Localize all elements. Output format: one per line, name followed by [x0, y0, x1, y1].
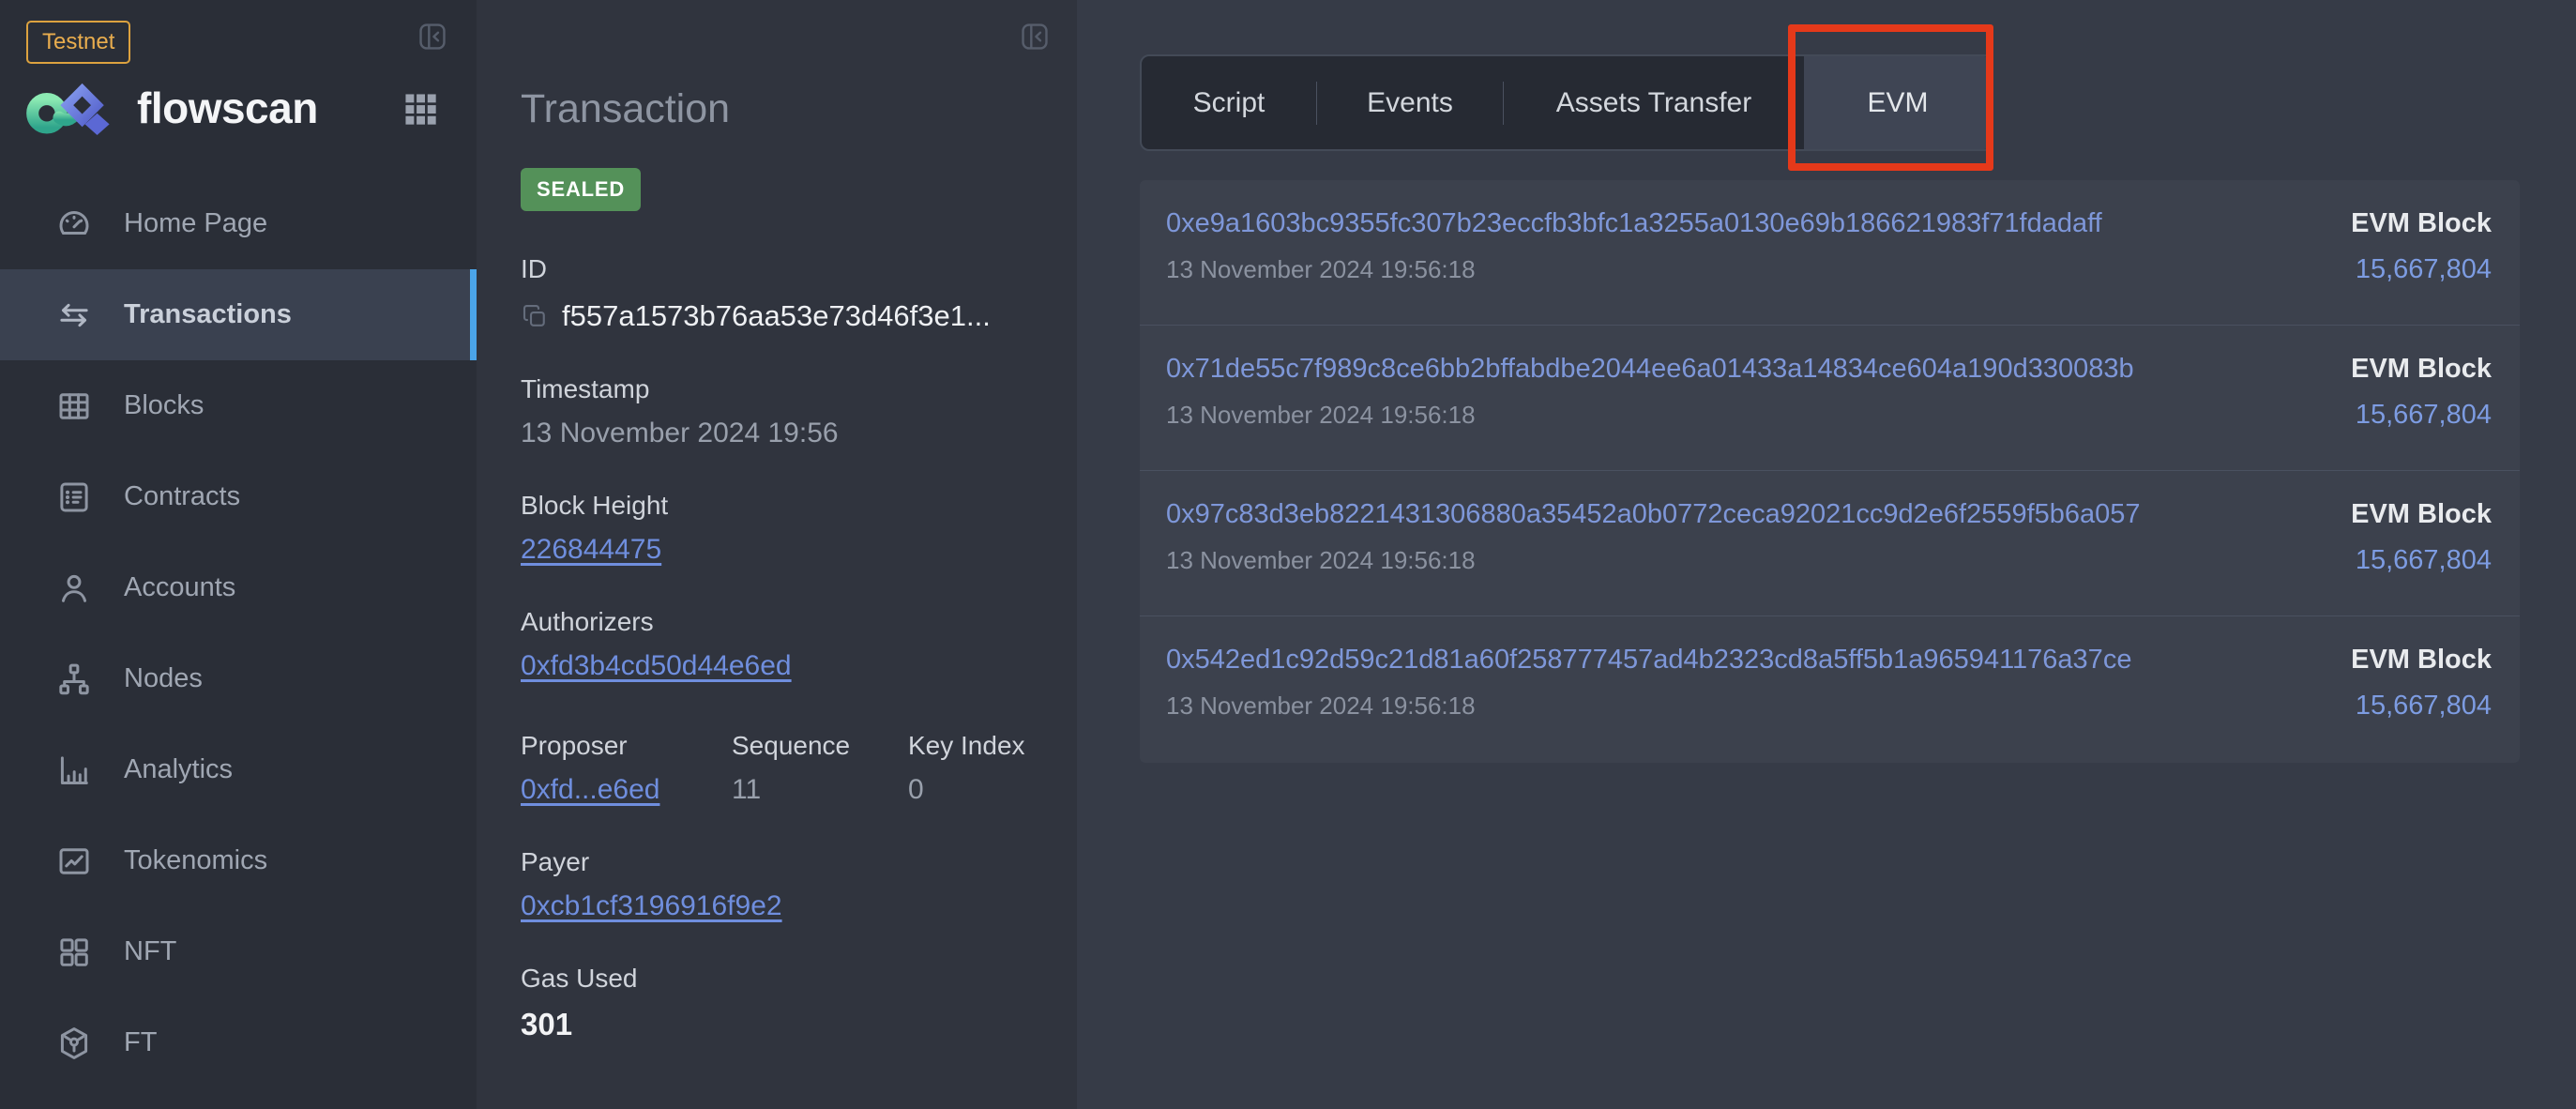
apps-grid-icon[interactable] — [402, 90, 439, 128]
tab-evm[interactable]: EVM — [1804, 56, 1992, 149]
evm-transaction-row[interactable]: 0x71de55c7f989c8ce6bb2bffabdbe2044ee6a01… — [1140, 326, 2520, 471]
grid-table-icon — [54, 387, 94, 426]
sidebar-item-accounts[interactable]: Accounts — [0, 542, 477, 633]
sidebar-item-transactions[interactable]: Transactions — [0, 269, 477, 360]
evm-block-label: EVM Block — [2351, 645, 2492, 676]
trend-box-icon — [54, 842, 94, 881]
sidebar-item-analytics[interactable]: Analytics — [0, 724, 477, 815]
sidebar-item-ft[interactable]: FT — [0, 997, 477, 1088]
four-squares-icon — [54, 933, 94, 972]
block-height-link[interactable]: 226844475 — [521, 534, 661, 565]
flowscan-transaction-screen: Testnet — [0, 0, 2576, 1109]
proposer-label: Proposer — [521, 731, 732, 761]
gas-used-value: 301 — [521, 1007, 1039, 1042]
evm-block-number-link[interactable]: 15,667,804 — [2351, 254, 2492, 285]
evm-tx-hash-link[interactable]: 0xe9a1603bc9355fc307b23eccfb3bfc1a3255a0… — [1166, 208, 2102, 239]
payer-label: Payer — [521, 847, 1039, 877]
sidebar-item-home-page[interactable]: Home Page — [0, 178, 477, 269]
evm-transaction-row[interactable]: 0xe9a1603bc9355fc307b23eccfb3bfc1a3255a0… — [1140, 180, 2520, 326]
transfer-arrows-icon — [54, 296, 94, 335]
evm-block-number-link[interactable]: 15,667,804 — [2351, 691, 2492, 722]
evm-tx-timestamp: 13 November 2024 19:56:18 — [1166, 401, 2134, 430]
payer-link[interactable]: 0xcb1cf3196916f9e2 — [521, 890, 782, 921]
person-icon — [54, 569, 94, 608]
evm-block-label: EVM Block — [2351, 208, 2492, 239]
sidebar-item-label: Tokenomics — [124, 845, 267, 876]
timestamp-label: Timestamp — [521, 374, 1039, 404]
block-height-label: Block Height — [521, 491, 1039, 521]
evm-block-number-link[interactable]: 15,667,804 — [2351, 545, 2492, 576]
proposer-link[interactable]: 0xfd...e6ed — [521, 774, 659, 805]
sidebar-item-label: Analytics — [124, 754, 233, 785]
evm-tx-hash-link[interactable]: 0x97c83d3eb8221431306880a35452a0b0772cec… — [1166, 499, 2141, 530]
tab-assets-transfer[interactable]: Assets Transfer — [1504, 56, 1804, 149]
flowscan-logo-icon — [26, 81, 116, 135]
sidebar-item-label: Contracts — [124, 481, 240, 512]
evm-block-label: EVM Block — [2351, 499, 2492, 530]
sidebar-item-blocks[interactable]: Blocks — [0, 360, 477, 451]
evm-transaction-list: 0xe9a1603bc9355fc307b23eccfb3bfc1a3255a0… — [1140, 180, 2520, 763]
gas-used-label: Gas Used — [521, 964, 1039, 994]
key-index-value: 0 — [908, 774, 1025, 806]
sidebar-item-label: Blocks — [124, 390, 204, 421]
transaction-detail-panel: Transaction SEALED ID f557a1573b76aa53e7… — [477, 0, 1077, 1109]
evm-transaction-row[interactable]: 0x542ed1c92d59c21d81a60f258777457ad4b232… — [1140, 616, 2520, 763]
sidebar-item-label: Transactions — [124, 299, 292, 330]
evm-tx-hash-link[interactable]: 0x542ed1c92d59c21d81a60f258777457ad4b232… — [1166, 645, 2131, 676]
authorizers-link[interactable]: 0xfd3b4cd50d44e6ed — [521, 650, 792, 681]
contract-doc-icon — [54, 478, 94, 517]
main-content: Script Events Assets Transfer EVM 0xe9a1… — [1077, 0, 2576, 1109]
sidebar-nav: Home Page Transactions Blocks Contracts — [0, 178, 477, 1088]
evm-transaction-row[interactable]: 0x97c83d3eb8221431306880a35452a0b0772cec… — [1140, 471, 2520, 616]
sequence-value: 11 — [732, 774, 908, 806]
sidebar-item-nft[interactable]: NFT — [0, 906, 477, 997]
sidebar-item-tokenomics[interactable]: Tokenomics — [0, 815, 477, 906]
panel-collapse-icon[interactable] — [1019, 21, 1051, 53]
sidebar-collapse-icon[interactable] — [417, 21, 448, 53]
sidebar-item-label: Nodes — [124, 663, 203, 694]
sidebar-item-contracts[interactable]: Contracts — [0, 451, 477, 542]
hierarchy-icon — [54, 660, 94, 699]
sidebar-item-label: NFT — [124, 936, 176, 967]
sequence-label: Sequence — [732, 731, 908, 761]
evm-tx-hash-link[interactable]: 0x71de55c7f989c8ce6bb2bffabdbe2044ee6a01… — [1166, 354, 2134, 385]
status-badge: SEALED — [521, 168, 641, 211]
evm-tx-timestamp: 13 November 2024 19:56:18 — [1166, 546, 2141, 575]
transaction-id-value: f557a1573b76aa53e73d46f3e1... — [562, 299, 991, 333]
authorizers-label: Authorizers — [521, 607, 1039, 637]
evm-block-label: EVM Block — [2351, 354, 2492, 385]
gauge-icon — [54, 205, 94, 244]
evm-tx-timestamp: 13 November 2024 19:56:18 — [1166, 255, 2102, 284]
sidebar: Testnet — [0, 0, 477, 1109]
evm-block-number-link[interactable]: 15,667,804 — [2351, 400, 2492, 431]
copy-icon[interactable] — [521, 302, 549, 330]
tab-script[interactable]: Script — [1142, 56, 1316, 149]
evm-tx-timestamp: 13 November 2024 19:56:18 — [1166, 691, 2131, 721]
tab-events[interactable]: Events — [1317, 56, 1503, 149]
sidebar-item-label: Accounts — [124, 572, 235, 603]
id-label: ID — [521, 254, 1039, 284]
key-index-label: Key Index — [908, 731, 1025, 761]
logo[interactable]: flowscan — [26, 81, 318, 135]
tab-bar: Script Events Assets Transfer EVM — [1140, 54, 1993, 151]
sidebar-item-label: Home Page — [124, 208, 267, 239]
brand-name: flowscan — [137, 83, 318, 133]
page-title: Transaction — [521, 0, 1039, 132]
sidebar-item-nodes[interactable]: Nodes — [0, 633, 477, 724]
cube-icon — [54, 1024, 94, 1063]
sidebar-item-label: FT — [124, 1027, 157, 1058]
timestamp-value: 13 November 2024 19:56 — [521, 418, 1039, 449]
bar-chart-icon — [54, 751, 94, 790]
network-badge: Testnet — [26, 21, 130, 64]
